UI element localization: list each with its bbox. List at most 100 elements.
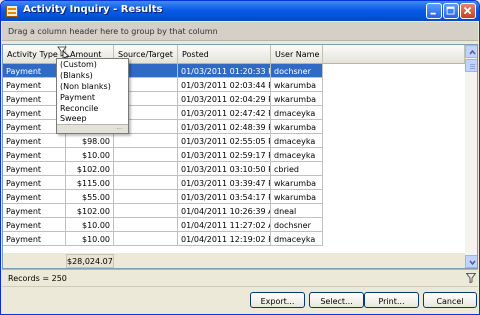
cell-user-name[interactable]: dmaceyka	[271, 232, 323, 246]
table-row[interactable]: Payment $115.00 01/03/2011 03:39:47 PM wkar…	[3, 176, 323, 190]
column-header-filler	[323, 45, 465, 64]
table-row[interactable]: Payment $10.00 01/04/2011 11:27:02 AM dochs…	[3, 218, 323, 232]
cell-posted[interactable]: 01/03/2011 03:54:17 PM	[178, 190, 271, 204]
cell-source-target[interactable]	[114, 190, 178, 204]
cell-amount[interactable]: $10.00	[66, 232, 114, 246]
scroll-thumb[interactable]	[465, 59, 477, 72]
summary-row: $28,024.07	[3, 253, 465, 268]
cell-source-target[interactable]	[114, 204, 178, 218]
cell-user-name[interactable]: dmaceyka	[271, 134, 323, 148]
cell-posted[interactable]: 01/03/2011 02:59:17 PM	[178, 148, 271, 162]
cell-activity-type[interactable]: Payment	[3, 232, 66, 246]
table-row[interactable]: Payment 01/03/2011 02:47:42 PM dmaceyka	[3, 106, 323, 120]
filter-option-custom[interactable]: (Custom)	[57, 60, 128, 71]
filter-dropdown: (Custom) (Blanks) (Non blanks) Payment R…	[56, 58, 129, 134]
dialog-button-bar: Export... Select... Print... Cancel	[2, 286, 478, 314]
table-row[interactable]: Payment $10.00 01/03/2011 02:59:17 PM dmace…	[3, 148, 323, 162]
cell-posted[interactable]: 01/03/2011 02:03:44 PM	[178, 78, 271, 92]
scroll-up-button[interactable]	[465, 45, 477, 58]
group-by-panel[interactable]: Drag a column header here to group by th…	[2, 22, 478, 41]
cell-user-name[interactable]: dmaceyka	[271, 148, 323, 162]
cell-user-name[interactable]: dneal	[271, 204, 323, 218]
maximize-icon	[446, 6, 455, 15]
cell-posted[interactable]: 01/04/2011 12:19:02 PM	[178, 232, 271, 246]
table-row[interactable]: Payment 01/03/2011 02:03:44 PM wkarumba	[3, 78, 323, 92]
export-button[interactable]: Export...	[250, 292, 305, 308]
cell-amount[interactable]: $115.00	[66, 176, 114, 190]
chevron-up-icon	[469, 49, 476, 55]
column-header-user-name[interactable]: User Name	[271, 45, 323, 64]
cell-user-name[interactable]: dochsner	[271, 218, 323, 232]
cell-activity-type[interactable]: Payment	[3, 148, 66, 162]
table-row[interactable]: Payment $55.00 01/03/2011 03:54:17 PM wkaru…	[3, 190, 323, 204]
resize-grip[interactable]: ...	[57, 124, 128, 133]
title-bar[interactable]: Activity Inquiry - Results	[1, 1, 479, 21]
cell-amount[interactable]: $10.00	[66, 218, 114, 232]
cell-activity-type[interactable]: Payment	[3, 204, 66, 218]
close-button[interactable]	[460, 3, 476, 19]
table-row[interactable]: Payment $10.00 01/04/2011 12:19:02 PM dmace…	[3, 232, 323, 246]
cell-source-target[interactable]	[114, 148, 178, 162]
cell-activity-type[interactable]: Payment	[3, 176, 66, 190]
record-count: Records = 250	[8, 274, 67, 283]
cell-activity-type[interactable]: Payment	[3, 134, 66, 148]
cell-posted[interactable]: 01/03/2011 03:39:47 PM	[178, 176, 271, 190]
cell-user-name[interactable]: cbried	[271, 162, 323, 176]
cell-posted[interactable]: 01/03/2011 02:48:39 PM	[178, 120, 271, 134]
grip-icon	[470, 64, 475, 69]
table-row[interactable]: Payment 01/03/2011 02:48:39 PM wkarumba	[3, 120, 323, 134]
cell-user-name[interactable]: wkarumba	[271, 176, 323, 190]
cell-source-target[interactable]	[114, 218, 178, 232]
cell-activity-type[interactable]: Payment	[3, 162, 66, 176]
grip-dots: ...	[116, 124, 122, 131]
cell-source-target[interactable]	[114, 232, 178, 246]
print-button[interactable]: Print...	[364, 292, 419, 308]
table-row[interactable]: Payment 01/03/2011 02:04:29 PM wkarumba	[3, 92, 323, 106]
amount-total: $28,024.07	[66, 254, 114, 268]
cell-posted[interactable]: 01/03/2011 03:10:50 PM	[178, 162, 271, 176]
status-bar: Records = 250	[2, 269, 478, 285]
cell-source-target[interactable]	[114, 162, 178, 176]
cell-posted[interactable]: 01/04/2011 10:26:39 AM	[178, 204, 271, 218]
cell-user-name[interactable]: wkarumba	[271, 120, 323, 134]
maximize-button[interactable]	[443, 3, 459, 19]
cell-amount[interactable]: $10.00	[66, 148, 114, 162]
cell-user-name[interactable]: dochsner	[271, 64, 323, 78]
cell-posted[interactable]: 01/04/2011 11:27:02 AM	[178, 218, 271, 232]
filter-option-payment[interactable]: Payment	[57, 93, 128, 104]
table-row[interactable]: Payment $102.00 01/04/2011 10:26:39 AM dnea…	[3, 204, 323, 218]
scroll-down-button[interactable]	[465, 255, 477, 268]
cell-posted[interactable]: 01/03/2011 02:47:42 PM	[178, 106, 271, 120]
select-button[interactable]: Select...	[309, 292, 364, 308]
minimize-icon	[430, 12, 436, 15]
cell-amount[interactable]: $102.00	[66, 162, 114, 176]
cell-posted[interactable]: 01/03/2011 02:04:29 PM	[178, 92, 271, 106]
table-row[interactable]: Payment $102.00 01/03/2011 03:10:50 PM cbri…	[3, 162, 323, 176]
filter-option-non-blanks[interactable]: (Non blanks)	[57, 82, 128, 93]
cell-source-target[interactable]	[114, 176, 178, 190]
cell-user-name[interactable]: wkarumba	[271, 78, 323, 92]
cell-user-name[interactable]: wkarumba	[271, 92, 323, 106]
cancel-button[interactable]: Cancel	[423, 292, 477, 308]
cell-amount[interactable]: $102.00	[66, 204, 114, 218]
funnel-icon[interactable]	[466, 273, 476, 283]
window-title: Activity Inquiry - Results	[23, 4, 163, 15]
vertical-scrollbar[interactable]	[465, 45, 477, 268]
filter-option-blanks[interactable]: (Blanks)	[57, 71, 128, 82]
cell-user-name[interactable]: dmaceyka	[271, 106, 323, 120]
cell-amount[interactable]: $55.00	[66, 190, 114, 204]
cell-amount[interactable]: $98.00	[66, 134, 114, 148]
column-header-posted[interactable]: Posted	[178, 45, 271, 64]
cell-activity-type[interactable]: Payment	[3, 190, 66, 204]
table-row[interactable]: Payment $98.00 01/03/2011 02:55:05 PM dmace…	[3, 134, 323, 148]
cell-posted[interactable]: 01/03/2011 01:20:33 PM	[178, 64, 271, 78]
table-row[interactable]: Payment 01/03/2011 01:20:33 PM dochsner	[3, 64, 323, 78]
close-icon	[463, 6, 472, 15]
activity-inquiry-window: Activity Inquiry - Results Drag a column…	[0, 0, 480, 315]
cell-user-name[interactable]: wkarumba	[271, 190, 323, 204]
report-icon	[6, 5, 18, 17]
cell-posted[interactable]: 01/03/2011 02:55:05 PM	[178, 134, 271, 148]
cell-source-target[interactable]	[114, 134, 178, 148]
cell-activity-type[interactable]: Payment	[3, 218, 66, 232]
minimize-button[interactable]	[426, 3, 442, 19]
